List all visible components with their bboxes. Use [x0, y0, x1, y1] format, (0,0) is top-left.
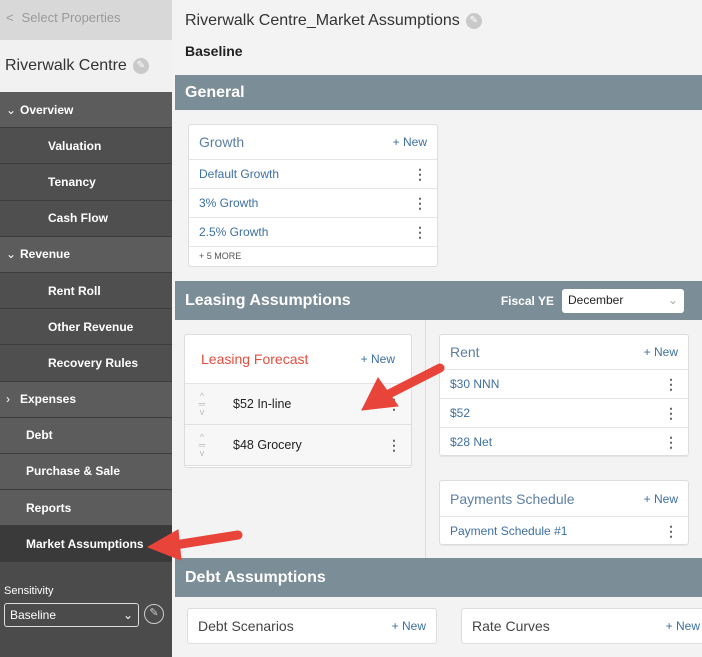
sidebar-item-recovery-rules[interactable]: Recovery Rules [0, 345, 172, 382]
chevron-down-icon: ⌄ [6, 102, 17, 117]
list-item[interactable]: 3% Growth ⋮ [189, 189, 437, 218]
more-options-icon[interactable]: ⋮ [664, 524, 678, 538]
chevron-down-icon: ⌄ [667, 292, 678, 307]
new-growth-button[interactable]: + New [393, 135, 427, 149]
sidebar-item-cash-flow[interactable]: Cash Flow [0, 200, 172, 237]
edit-icon[interactable]: ✎ [132, 58, 149, 74]
more-options-icon[interactable]: ⋮ [664, 377, 678, 391]
new-payment-schedule-button[interactable]: + New [644, 492, 678, 506]
show-more-link[interactable]: + 5 MORE [189, 247, 437, 265]
sidebar-item-other-revenue[interactable]: Other Revenue [0, 309, 172, 346]
sidebar-item-market-assumptions[interactable]: Market Assumptions [0, 526, 172, 563]
new-rent-button[interactable]: + New [644, 345, 678, 359]
edit-sensitivity-icon[interactable]: ✎ [144, 604, 164, 624]
list-item[interactable]: Payment Schedule #1 ⋮ [440, 517, 688, 546]
more-options-icon[interactable]: ⋮ [413, 196, 427, 210]
list-item[interactable]: $28 Net ⋮ [440, 428, 688, 457]
sidebar-item-purchase-sale[interactable]: Purchase & Sale [0, 453, 172, 491]
more-options-icon[interactable]: ⋮ [664, 435, 678, 449]
list-item[interactable]: ^ ═ v $52 In-line ⋮ [185, 384, 411, 425]
more-options-icon[interactable]: ⋮ [664, 406, 678, 420]
growth-card: Growth + New Default Growth ⋮ 3% Growth ⋮ 2.5… [188, 124, 438, 267]
general-section-header: General [175, 75, 702, 110]
debt-scenarios-card: Debt Scenarios + New [187, 608, 437, 644]
leasing-forecast-card: Leasing Forecast + New ^ ═ v $52 In-line ⋮ ^ ═ v… [184, 334, 412, 468]
select-properties-link[interactable]: < Select Properties [0, 0, 172, 40]
list-item[interactable]: ^ ═ v $48 Grocery ⋮ [185, 425, 411, 466]
list-item[interactable]: 2.5% Growth ⋮ [189, 218, 437, 247]
list-item[interactable]: $30 NNN ⋮ [440, 370, 688, 399]
list-item[interactable]: Default Growth ⋮ [189, 160, 437, 189]
debt-section-header: Debt Assumptions [175, 558, 702, 597]
rate-curves-card: Rate Curves + New [461, 608, 702, 644]
sidebar-item-expenses[interactable]: › Expenses [0, 381, 172, 418]
chevron-down-icon: ⌄ [122, 608, 133, 622]
chevron-right-icon: › [6, 392, 10, 407]
new-debt-scenario-button[interactable]: + New [392, 619, 426, 633]
drag-handle-icon[interactable]: ^ ═ v [195, 433, 209, 458]
sensitivity-label: Sensitivity [4, 585, 54, 597]
chevron-down-icon: ⌄ [6, 247, 17, 262]
new-rate-curve-button[interactable]: + New [666, 619, 700, 633]
sidebar-item-revenue[interactable]: ⌄ Revenue [0, 236, 172, 273]
page-title: Riverwalk Centre_Market Assumptions ✎ [185, 12, 482, 30]
sidebar-item-valuation[interactable]: Valuation [0, 128, 172, 165]
more-options-icon[interactable]: ⋮ [387, 397, 401, 411]
edit-icon[interactable]: ✎ [465, 13, 482, 29]
main-content: Riverwalk Centre_Market Assumptions ✎ Bas… [172, 0, 702, 657]
divider [425, 320, 426, 558]
fiscal-ye-select[interactable]: December ⌄ [562, 288, 684, 313]
more-options-icon[interactable]: ⋮ [413, 225, 427, 239]
sidebar-item-overview[interactable]: ⌄ Overview [0, 92, 172, 129]
more-options-icon[interactable]: ⋮ [387, 438, 401, 452]
rent-card: Rent + New $30 NNN ⋮ $52 ⋮ $28 Net ⋮ [439, 334, 689, 457]
sidebar: < Select Properties Riverwalk Centre ✎ ⌄ Ov… [0, 0, 172, 657]
more-options-icon[interactable]: ⋮ [413, 167, 427, 181]
payments-schedule-card: Payments Schedule + New Payment Schedule … [439, 480, 689, 546]
list-item[interactable]: $52 ⋮ [440, 399, 688, 428]
leasing-section-header: Leasing Assumptions Fiscal YE December ⌄ [175, 281, 702, 320]
page-subtitle: Baseline [185, 43, 243, 59]
drag-handle-icon[interactable]: ^ ═ v [195, 392, 209, 417]
property-name: Riverwalk Centre ✎ [0, 40, 172, 92]
sidebar-item-tenancy[interactable]: Tenancy [0, 164, 172, 201]
sidebar-item-rent-roll[interactable]: Rent Roll [0, 272, 172, 310]
sidebar-item-debt[interactable]: Debt [0, 417, 172, 454]
sidebar-item-reports[interactable]: Reports [0, 490, 172, 527]
chevron-left-icon: < [6, 10, 14, 25]
new-forecast-button[interactable]: + New [361, 352, 395, 366]
sensitivity-select[interactable]: Baseline ⌄ [4, 603, 139, 627]
sidebar-nav: ⌄ Overview Valuation Tenancy Cash Flow ⌄ Reven… [0, 92, 172, 563]
fiscal-ye-label: Fiscal YE [500, 293, 554, 308]
